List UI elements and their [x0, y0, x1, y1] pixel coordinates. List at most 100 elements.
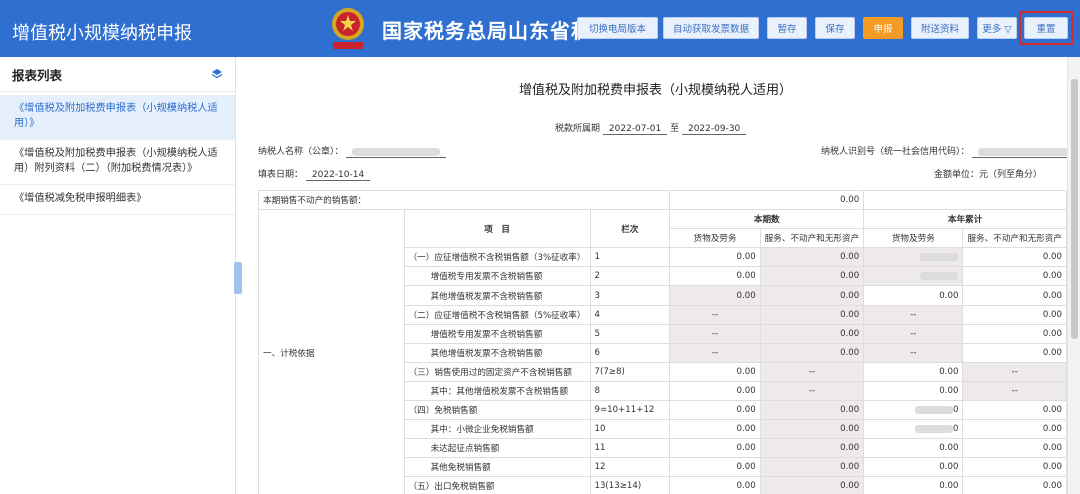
amount-cell[interactable]: 0.00 [962, 266, 1067, 287]
sidebar-item-attachment-two[interactable]: 《增值税及附加税费申报表（小规模纳税人适用）附列资料（二）（附加税费情况表）》 [0, 140, 235, 185]
section-basis: 一、计税依据 [258, 209, 405, 494]
col-header-ytd: 本年累计 [863, 209, 1067, 230]
amount-cell[interactable]: 0.00 [863, 361, 964, 382]
row-item-label: （三）销售使用过的固定资产不含税销售额 [403, 361, 591, 382]
amount-cell[interactable]: 0.00 [863, 457, 964, 478]
tax-period: 税款所属期 2022-07-01 至 2022-09-30 [555, 121, 747, 135]
row-line-number: 11 [589, 438, 671, 459]
top-bar: 增值税小规模纳税申报 国家税务总局山东省税务局 切换电局版本 自动获取发票数据 … [0, 0, 1080, 57]
amount-cell: -- [759, 361, 865, 382]
amount-cell: -- [759, 380, 865, 402]
temp-save-button[interactable]: 暂存 [767, 17, 807, 39]
amount-cell: -- [962, 361, 1067, 382]
national-emblem-icon [332, 8, 364, 49]
row-item-label: （二）应征增值税不含税销售额（5%征收率） [403, 304, 591, 325]
col-header-services: 服务、不动产和无形资产 [759, 228, 865, 249]
amount-cell[interactable]: 0.00 [863, 476, 964, 494]
amount-cell[interactable]: 0.00 [962, 419, 1067, 440]
amount-cell[interactable]: 0.00 [962, 476, 1067, 494]
vertical-scrollbar[interactable] [1067, 57, 1080, 494]
row-line-number: 13(13≥14) [589, 476, 671, 494]
row-line-number: 1 [589, 247, 671, 268]
row-item-label: 其他增值税发票不含税销售额 [403, 342, 591, 363]
row-item-label: 未达起征点销售额 [403, 438, 591, 459]
sidebar-title: 报表列表 [12, 67, 63, 83]
row-item-label: 增值税专用发票不含税销售额 [403, 323, 591, 344]
amount-cell: 0.00 [759, 476, 865, 494]
amount-cell[interactable]: 0.00 [863, 438, 964, 459]
period-to-field[interactable]: 2022-09-30 [681, 124, 747, 135]
amount-tail: 0 [952, 405, 959, 416]
sidebar: 报表列表 《增值税及附加税费申报表（小规模纳税人适用）》 《增值税及附加税费申报… [0, 57, 236, 494]
switch-version-button[interactable]: 切换电局版本 [577, 17, 658, 39]
auto-fetch-invoice-button[interactable]: 自动获取发票数据 [663, 17, 759, 39]
row-line-number: 12 [589, 457, 671, 478]
amount-cell[interactable]: 0.00 [962, 285, 1067, 306]
amount-cell[interactable]: 0.00 [669, 457, 761, 478]
amount-cell[interactable]: 0.00 [669, 438, 761, 459]
bureau-name: 国家税务总局山东省税务局 [382, 19, 580, 43]
amount-cell[interactable]: 0.00 [962, 323, 1067, 344]
amount-cell[interactable]: 0 [863, 419, 964, 440]
sidebar-item-main-report[interactable]: 《增值税及附加税费申报表（小规模纳税人适用）》 [0, 95, 235, 140]
amount-cell: 0.00 [759, 419, 865, 440]
attach-documents-button[interactable]: 附送资料 [911, 17, 969, 39]
sidebar-header: 报表列表 [0, 57, 235, 92]
amount-cell[interactable]: 0 [863, 400, 964, 421]
amount-cell[interactable]: 0.00 [962, 342, 1067, 363]
amount-cell[interactable]: 0.00 [863, 285, 964, 306]
declare-button[interactable]: 申报 [863, 17, 903, 39]
amount-cell: -- [863, 342, 964, 363]
app-title: 增值税小规模纳税申报 [12, 23, 192, 44]
layers-icon[interactable] [211, 68, 223, 80]
amount-cell[interactable]: 0.00 [962, 457, 1067, 478]
amount-cell: 0.00 [759, 304, 865, 325]
amount-cell[interactable]: 0.00 [669, 361, 761, 382]
amount-cell: -- [962, 380, 1067, 402]
amount-cell[interactable]: 0.00 [669, 476, 761, 494]
amount-cell[interactable]: 0.00 [669, 266, 761, 287]
col-header-item: 项 目 [403, 209, 591, 249]
amount-cell: 0.00 [759, 438, 865, 459]
taxpayer-id-field[interactable] [972, 147, 1067, 158]
fill-date: 填表日期： 2022-10-14 [258, 167, 371, 181]
amount-cell[interactable]: 0.00 [962, 400, 1067, 421]
col-header-current: 本期数 [669, 209, 865, 230]
amount-cell: -- [669, 342, 761, 363]
amount-cell[interactable]: 0.00 [962, 438, 1067, 459]
reset-highlight [1019, 11, 1073, 45]
fill-date-field[interactable]: 2022-10-14 [305, 170, 371, 181]
row-line-number: 10 [589, 419, 671, 440]
form-area: 增值税及附加税费申报表（小规模纳税人适用） 税款所属期 2022-07-01 至… [244, 57, 1067, 494]
taxpayer-name-field[interactable] [346, 147, 447, 158]
amount-cell: 0.00 [759, 400, 865, 421]
row-line-number: 6 [589, 342, 671, 363]
sidebar-collapse-handle[interactable] [234, 262, 242, 294]
amount-cell[interactable]: 0.00 [863, 380, 964, 402]
save-button[interactable]: 保存 [815, 17, 855, 39]
period-from-field[interactable]: 2022-07-01 [602, 124, 668, 135]
form-title: 增值税及附加税费申报表（小规模纳税人适用） [518, 83, 792, 98]
amount-cell: 0.00 [669, 285, 761, 306]
redacted-value [920, 252, 959, 261]
amount-cell: 0.00 [759, 266, 865, 287]
scrollbar-thumb[interactable] [1071, 79, 1078, 339]
row-item-label: （四）免税销售额 [403, 400, 591, 421]
amount-cell[interactable]: 0.00 [669, 247, 761, 268]
amount-cell: 0.00 [759, 285, 865, 306]
immovable-value[interactable]: 0.00 [669, 189, 865, 211]
row-item-label: （五）出口免税销售额 [403, 476, 591, 494]
row-item-label: 其中：其他增值税发票不含税销售额 [403, 380, 591, 402]
row-line-number: 2 [589, 266, 671, 287]
row-line-number: 9=10+11+12 [589, 400, 671, 421]
row-line-number: 4 [589, 304, 671, 325]
redacted-value [914, 424, 953, 433]
immovable-label: 本期销售不动产的销售额： [257, 189, 671, 211]
amount-cell[interactable]: 0.00 [669, 380, 761, 402]
more-button[interactable]: 更多 ▽ [977, 17, 1017, 39]
amount-cell[interactable]: 0.00 [669, 400, 761, 421]
amount-cell[interactable]: 0.00 [962, 247, 1067, 268]
amount-cell[interactable]: 0.00 [669, 419, 761, 440]
sidebar-item-exemption-detail[interactable]: 《增值税减免税申报明细表》 [0, 185, 235, 215]
amount-cell[interactable]: 0.00 [962, 304, 1067, 325]
